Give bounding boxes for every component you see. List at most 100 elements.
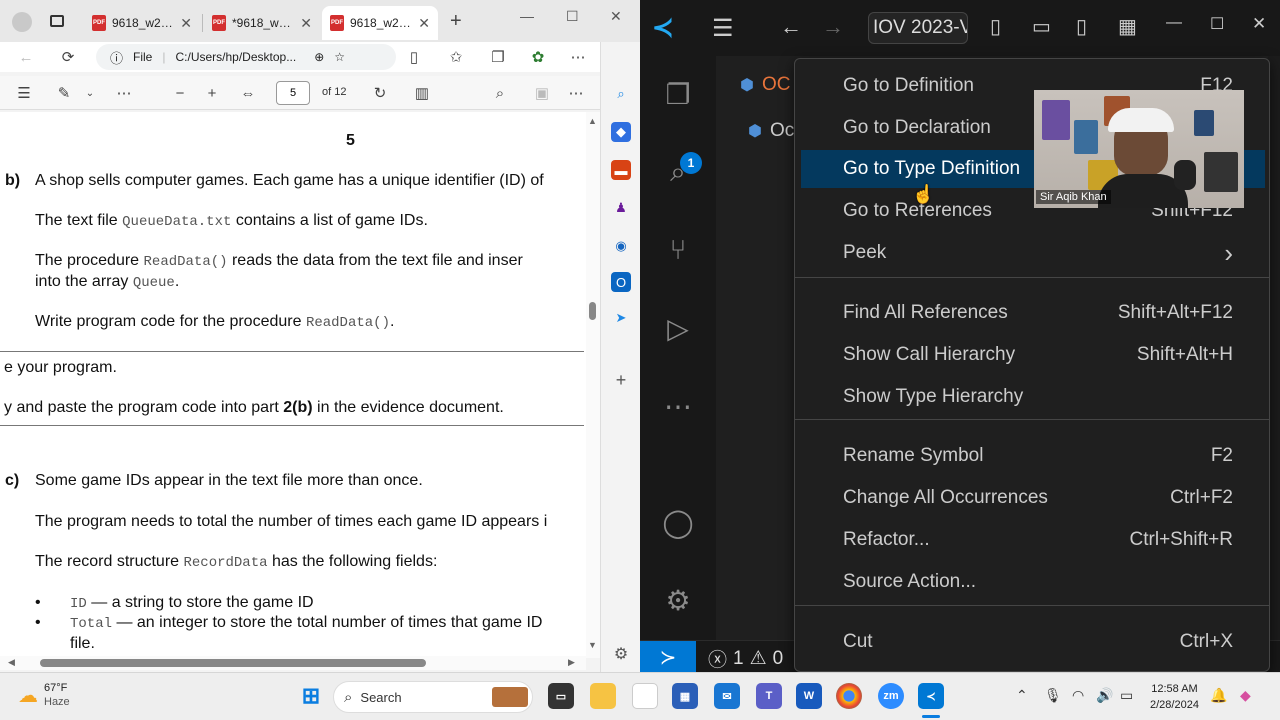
close-window-icon[interactable]: ✕ <box>1252 14 1266 34</box>
microphone-icon[interactable]: 🎙 <box>1044 687 1062 704</box>
tab-pdf-1[interactable]: PDF 9618_w23_qp_42.pdf ✕ <box>84 6 200 40</box>
new-tab-button[interactable]: + <box>450 10 462 33</box>
explorer-icon[interactable]: ❐ <box>656 72 700 116</box>
refresh-icon[interactable]: ⟳ <box>56 45 80 69</box>
customize-layout-icon[interactable]: ▦ <box>1118 14 1137 39</box>
account-icon[interactable]: ◯ <box>656 500 700 544</box>
tab-actions-icon[interactable] <box>50 15 64 27</box>
shopping-icon[interactable]: ◆ <box>611 122 631 142</box>
contents-icon[interactable]: ☰ <box>12 81 36 105</box>
menu-item-peek[interactable]: Peek › <box>801 234 1265 272</box>
copilot-icon[interactable]: ◆ <box>1240 687 1251 704</box>
more-icon[interactable]: ⋯ <box>566 45 590 69</box>
scroll-up-icon[interactable]: ▲ <box>588 116 597 126</box>
minimize-icon[interactable]: — <box>1166 14 1182 32</box>
start-button[interactable]: ⊞ <box>298 683 324 709</box>
problems-indicator[interactable]: ⓧ 1 ⚠ 0 <box>708 645 783 672</box>
menu-item-source-action[interactable]: Source Action... <box>801 563 1265 601</box>
menu-item-show-type-hierarchy[interactable]: Show Type Hierarchy <box>801 378 1265 416</box>
zoom-out-icon[interactable]: − <box>168 81 192 105</box>
more-icon[interactable]: ⋯ <box>564 81 588 105</box>
collections-icon[interactable]: ❐ <box>486 45 510 69</box>
games-icon[interactable]: ♟ <box>611 198 631 218</box>
vscode-icon[interactable]: ≺ <box>918 683 944 709</box>
source-control-icon[interactable]: ⑂ <box>656 228 700 272</box>
teams-icon[interactable]: T <box>756 683 782 709</box>
close-window-icon[interactable]: ✕ <box>610 8 622 25</box>
menu-item-change-all-occurrences[interactable]: Change All Occurrences Ctrl+F2 <box>801 479 1265 517</box>
zoom-icon[interactable]: zm <box>878 683 904 709</box>
run-debug-icon[interactable]: ▷ <box>656 306 700 350</box>
remote-icon[interactable]: ≻ <box>640 641 696 672</box>
maximize-icon[interactable]: ☐ <box>566 8 579 25</box>
tab-pdf-2[interactable]: PDF *9618_w23_qp_42.pdf ✕ <box>204 6 320 40</box>
back-icon[interactable]: ← <box>780 14 802 40</box>
extensions-more-icon[interactable]: ⋯ <box>656 384 700 428</box>
favorite-icon[interactable]: ☆ <box>334 50 345 64</box>
profile-icon[interactable] <box>12 12 32 32</box>
close-icon[interactable]: ✕ <box>300 15 312 32</box>
vertical-scrollbar[interactable]: ▲ ▼ <box>586 112 600 658</box>
add-icon[interactable]: + <box>611 370 631 390</box>
search-icon[interactable]: ⌕ <box>611 84 631 104</box>
taskbar-search[interactable]: ⌕ Search <box>333 681 533 713</box>
outlook-icon[interactable]: O <box>611 272 631 292</box>
toggle-secondary-sidebar-icon[interactable]: ▯ <box>1076 14 1087 39</box>
zoom-in-icon[interactable]: + <box>200 81 224 105</box>
volume-icon[interactable]: 🔊 <box>1096 687 1113 704</box>
editor-tab[interactable]: ⬢ OC <box>740 74 790 96</box>
zoom-icon[interactable]: ⊕ <box>314 50 324 64</box>
page-number-input[interactable]: 5 <box>276 81 310 105</box>
menu-item-refactor[interactable]: Refactor... Ctrl+Shift+R <box>801 521 1265 559</box>
menu-icon[interactable]: ☰ <box>712 14 734 43</box>
command-center-search[interactable]: IOV 2023-V/ <box>868 12 968 44</box>
manage-gear-icon[interactable]: ⚙ <box>656 578 700 622</box>
scroll-down-icon[interactable]: ▼ <box>588 640 597 650</box>
address-bar[interactable]: ⓘ File | C:/Users/hp/Desktop... ⊕ ☆ <box>96 44 396 70</box>
weather-widget[interactable]: ☁ 67°F Haze <box>18 681 70 709</box>
close-icon[interactable]: ✕ <box>180 15 192 32</box>
scroll-thumb[interactable] <box>40 659 426 667</box>
maximize-icon[interactable]: ☐ <box>1210 14 1224 34</box>
minimize-icon[interactable]: — <box>520 8 534 24</box>
microsoft-365-icon[interactable]: ◉ <box>611 236 631 256</box>
chevron-up-icon[interactable]: ⌃ <box>1016 687 1028 704</box>
toggle-panel-icon[interactable]: ▭ <box>1032 14 1051 39</box>
favorites-icon[interactable]: ✩ <box>444 45 468 69</box>
chrome-icon[interactable] <box>836 683 862 709</box>
clock[interactable]: 12:58 AM 2/28/2024 <box>1150 681 1199 713</box>
split-screen-icon[interactable]: ▯ <box>402 45 426 69</box>
drop-icon[interactable]: ➤ <box>611 308 631 328</box>
menu-item-rename-symbol[interactable]: Rename Symbol F2 <box>801 437 1265 475</box>
scroll-right-icon[interactable]: ▶ <box>568 657 575 668</box>
notification-icon[interactable]: 🔔 <box>1210 687 1227 704</box>
fit-page-icon[interactable]: ⇔ <box>236 81 260 105</box>
task-view-icon[interactable]: ▭ <box>548 683 574 709</box>
search-icon[interactable]: ⌕ <box>656 150 700 194</box>
rotate-icon[interactable]: ↻ <box>368 81 392 105</box>
search-icon[interactable]: ⌕ <box>488 81 512 105</box>
word-icon[interactable]: W <box>796 683 822 709</box>
breadcrumb[interactable]: ⬢ Oc <box>748 120 794 142</box>
scroll-left-icon[interactable]: ◀ <box>8 657 15 668</box>
store-icon[interactable]: ▦ <box>672 683 698 709</box>
tools-icon[interactable]: ▬ <box>611 160 631 180</box>
battery-icon[interactable]: ▭ <box>1120 687 1133 704</box>
toggle-primary-sidebar-icon[interactable]: ▯ <box>990 14 1001 39</box>
forward-icon[interactable]: → <box>822 14 844 40</box>
menu-item-find-all-references[interactable]: Find All References Shift+Alt+F12 <box>801 294 1265 332</box>
wifi-icon[interactable]: ◠ <box>1072 687 1084 704</box>
menu-item-cut[interactable]: Cut Ctrl+X <box>801 623 1265 661</box>
page-view-icon[interactable]: ▥ <box>410 81 434 105</box>
tab-pdf-3[interactable]: PDF 9618_w23_qp_42.pdf ✕ <box>322 6 438 40</box>
scroll-thumb[interactable] <box>589 302 596 320</box>
more-tools-icon[interactable]: ⋯ <box>112 81 136 105</box>
chevron-down-icon[interactable]: ⌄ <box>78 81 102 105</box>
notepad-icon[interactable] <box>632 683 658 709</box>
file-explorer-icon[interactable] <box>590 683 616 709</box>
horizontal-scrollbar[interactable]: ◀ ▶ <box>0 656 586 670</box>
extension-icon[interactable]: ✿ <box>526 45 550 69</box>
mail-icon[interactable]: ✉ <box>714 683 740 709</box>
menu-item-show-call-hierarchy[interactable]: Show Call Hierarchy Shift+Alt+H <box>801 336 1265 374</box>
close-icon[interactable]: ✕ <box>418 15 430 32</box>
